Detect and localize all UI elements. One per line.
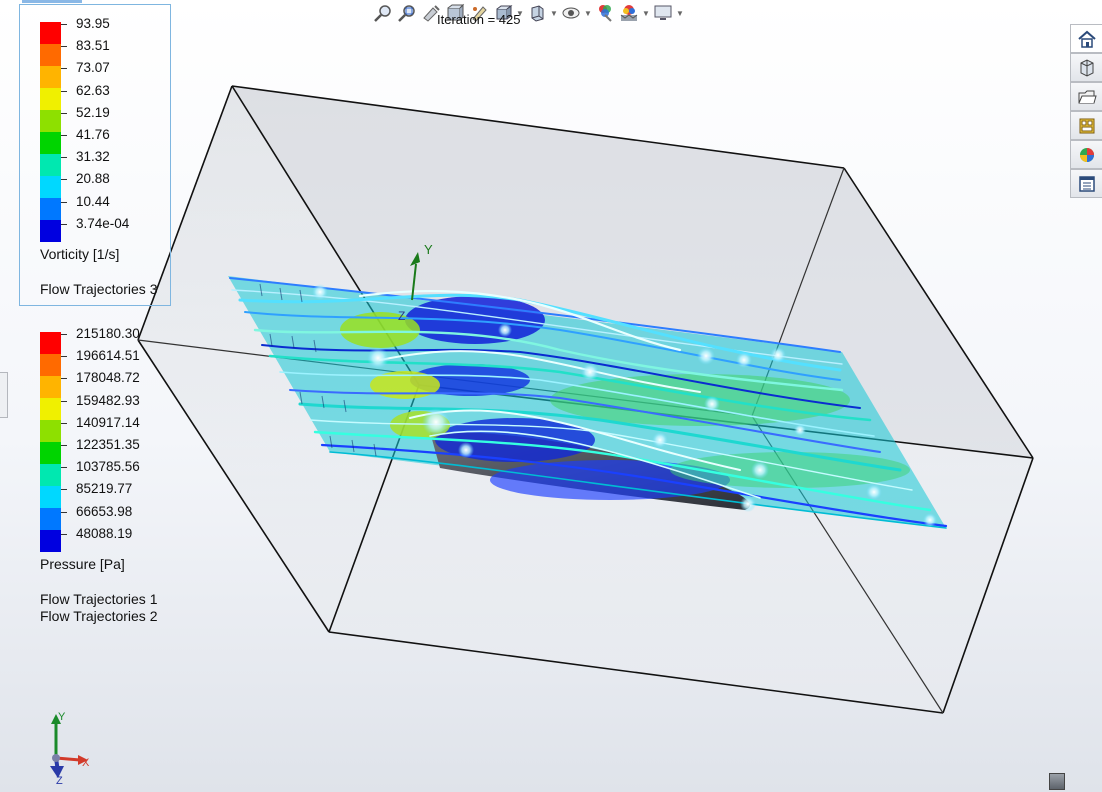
- legend-tick: [61, 445, 67, 446]
- pressure-color-scale: [40, 332, 61, 552]
- color-scale-band: [40, 442, 61, 464]
- zoom-to-area-icon[interactable]: [396, 2, 418, 24]
- custom-properties-icon[interactable]: [1070, 169, 1102, 198]
- legend-tick: [61, 179, 67, 181]
- color-scale-band: [40, 508, 61, 530]
- model-axis-y-label: Y: [424, 242, 433, 257]
- legend-value-label: 66653.98: [76, 503, 133, 519]
- legend-tick: [61, 46, 67, 48]
- legend-value-label: 122351.35: [76, 437, 140, 452]
- color-scale-band: [40, 22, 61, 44]
- view-palette-icon[interactable]: [1070, 111, 1102, 140]
- legend-value-label: 73.07: [76, 60, 110, 76]
- triad-y-label: Y: [58, 711, 66, 723]
- legend-value-label: 83.51: [76, 38, 110, 54]
- hide-show-dropdown-icon[interactable]: ▼: [584, 2, 592, 24]
- legend-value-label: 85219.77: [76, 481, 133, 497]
- color-scale-band: [40, 154, 61, 176]
- color-scale-band: [40, 376, 61, 398]
- legend-value-label: 159482.93: [76, 392, 140, 408]
- color-scale-band: [40, 110, 61, 132]
- legend-value-label: 93.95: [76, 16, 110, 31]
- appearances-icon[interactable]: [1070, 140, 1102, 169]
- file-explorer-icon[interactable]: [1070, 82, 1102, 111]
- zoom-to-fit-icon[interactable]: [372, 2, 394, 24]
- legend-tick: [61, 511, 67, 513]
- triad-z-label: Z: [56, 775, 63, 787]
- legend-tick: [61, 24, 67, 25]
- vorticity-quantity-label: Vorticity [1/s]: [40, 246, 120, 262]
- legend-tick: [61, 68, 67, 70]
- graphics-area[interactable]: Y Z 93.95 83.51 73.07 62.63 52.19 41.76 31.32 2…: [0, 0, 1102, 792]
- color-scale-band: [40, 464, 61, 486]
- color-scale-band: [40, 132, 61, 154]
- color-scale-band: [40, 354, 61, 376]
- corner-view-button[interactable]: [1049, 773, 1065, 790]
- pressure-quantity-label: Pressure [Pa]: [40, 556, 125, 572]
- legend-tick: [61, 135, 67, 136]
- legend-value-label: 3.74e-04: [76, 215, 130, 231]
- legend-value-label: 41.76: [76, 127, 110, 142]
- iteration-counter: Iteration = 425: [437, 12, 521, 27]
- apply-scene-icon[interactable]: [618, 2, 640, 24]
- color-scale-band: [40, 176, 61, 198]
- feature-manager-collapse-handle[interactable]: [0, 372, 8, 418]
- legend-tick: [61, 223, 67, 225]
- legend-tick: [61, 422, 67, 424]
- legend-tick: [61, 356, 67, 358]
- task-pane-tabs: [1070, 24, 1102, 198]
- color-scale-band: [40, 398, 61, 420]
- triad-x-label: X: [82, 757, 90, 769]
- display-style-icon[interactable]: [526, 2, 548, 24]
- color-scale-band: [40, 66, 61, 88]
- color-scale-band: [40, 530, 61, 552]
- view-settings-icon[interactable]: [652, 2, 674, 24]
- legend-value-label: 178048.72: [76, 370, 140, 386]
- color-scale-band: [40, 44, 61, 66]
- legend-tick: [61, 467, 67, 469]
- legend-tick: [61, 489, 67, 491]
- legend-value-label: 140917.14: [76, 414, 140, 430]
- color-scale-band: [40, 420, 61, 442]
- legend-value-label: 48088.19: [76, 525, 133, 541]
- legend-tick: [61, 157, 67, 159]
- legend-value-label: 10.44: [76, 193, 110, 209]
- color-scale-band: [40, 486, 61, 508]
- view-settings-dropdown-icon[interactable]: ▼: [676, 2, 684, 24]
- vorticity-color-scale: [40, 22, 61, 242]
- home-icon[interactable]: [1070, 24, 1102, 53]
- design-library-icon[interactable]: [1070, 53, 1102, 82]
- legend-value-label: 62.63: [76, 82, 110, 98]
- pressure-source-1: Flow Trajectories 1: [40, 591, 158, 607]
- legend-value-label: 52.19: [76, 104, 110, 120]
- legend-tick: [61, 112, 67, 114]
- vorticity-source-label: Flow Trajectories 3: [40, 281, 158, 297]
- legend-tick: [61, 334, 67, 335]
- legend-tick: [61, 90, 67, 92]
- apply-scene-dropdown-icon[interactable]: ▼: [642, 2, 650, 24]
- hide-show-icon[interactable]: [560, 2, 582, 24]
- legend-value-label: 196614.51: [76, 348, 140, 364]
- legend-tick: [61, 400, 67, 402]
- legend-value-label: 20.88: [76, 171, 110, 187]
- legend-value-label: 215180.30: [76, 326, 140, 341]
- color-scale-band: [40, 198, 61, 220]
- legend-tick: [61, 533, 67, 535]
- display-style-dropdown-icon[interactable]: ▼: [550, 2, 558, 24]
- edit-appearance-icon[interactable]: [594, 2, 616, 24]
- color-scale-band: [40, 332, 61, 354]
- legend-value-label: 31.32: [76, 149, 110, 165]
- heads-up-view-toolbar: ▼ ▼ ▼ ▼ ▼: [372, 0, 684, 26]
- vorticity-legend-title-cutoff: [22, 0, 82, 3]
- pressure-source-2: Flow Trajectories 2: [40, 608, 158, 624]
- legend-tick: [61, 378, 67, 380]
- color-scale-band: [40, 220, 61, 242]
- reference-triad: Y X Z: [50, 711, 90, 787]
- model-axis-z-label: Z: [398, 309, 405, 323]
- legend-value-label: 103785.56: [76, 459, 140, 475]
- color-scale-band: [40, 88, 61, 110]
- legend-tick: [61, 201, 67, 203]
